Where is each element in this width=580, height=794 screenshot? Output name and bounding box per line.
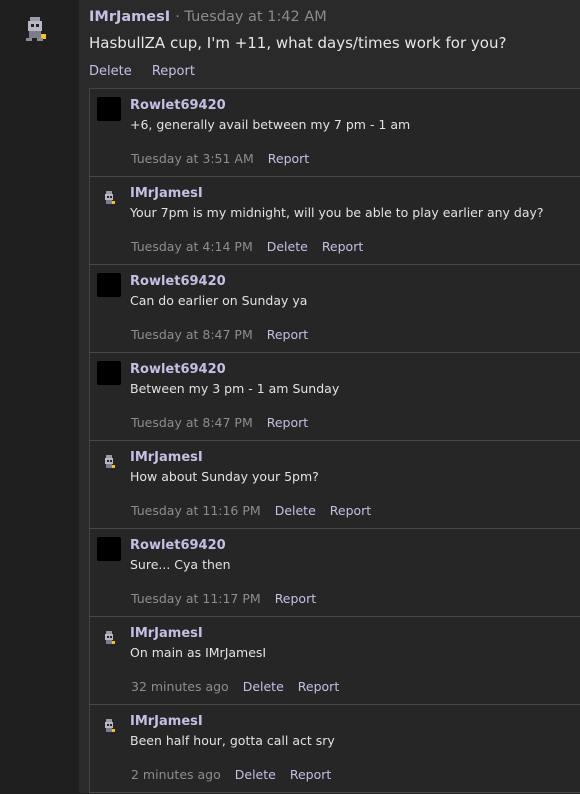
report-link[interactable]: Report	[330, 503, 371, 518]
comment-timestamp[interactable]: 32 minutes ago	[131, 679, 229, 694]
comment-meta: Tuesday at 8:47 PM Report	[131, 415, 308, 430]
comment-author[interactable]: IMrJamesI	[130, 714, 203, 729]
post-author[interactable]: IMrJamesI	[89, 9, 170, 25]
comment-meta: Tuesday at 11:17 PM Report	[131, 591, 316, 606]
user-avatar-icon[interactable]	[97, 625, 121, 649]
delete-link[interactable]: Delete	[243, 679, 284, 694]
comment-author[interactable]: Rowlet69420	[130, 274, 226, 289]
report-link[interactable]: Report	[268, 151, 309, 166]
comment-meta: Tuesday at 3:51 AM Report	[131, 151, 309, 166]
delete-link[interactable]: Delete	[275, 503, 316, 518]
comment-timestamp[interactable]: Tuesday at 4:14 PM	[131, 239, 253, 254]
report-link[interactable]: Report	[267, 327, 308, 342]
comment-row: Rowlet69420 Between my 3 pm - 1 am Sunday…	[90, 353, 580, 441]
comment-timestamp[interactable]: Tuesday at 3:51 AM	[131, 151, 254, 166]
comment-row: Rowlet69420 Can do earlier on Sunday ya Tu…	[90, 265, 580, 353]
comment-timestamp[interactable]: 2 minutes ago	[131, 767, 221, 782]
report-link[interactable]: Report	[267, 415, 308, 430]
comment-timestamp[interactable]: Tuesday at 11:16 PM	[131, 503, 261, 518]
comment-row: Rowlet69420 +6, generally avail between m…	[90, 89, 580, 177]
comment-row: IMrJamesI How about Sunday your 5pm? Tuesd…	[90, 441, 580, 529]
comment-row: IMrJamesI Your 7pm is my midnight, will y…	[90, 177, 580, 265]
user-avatar-icon[interactable]	[97, 185, 121, 209]
comment-meta: 32 minutes ago Delete Report	[131, 679, 339, 694]
comment-timestamp[interactable]: Tuesday at 11:17 PM	[131, 591, 261, 606]
report-link[interactable]: Report	[152, 64, 195, 79]
comment-text: How about Sunday your 5pm?	[130, 469, 319, 484]
comment-row: IMrJamesI Been half hour, gotta call act …	[90, 705, 580, 793]
report-link[interactable]: Report	[298, 679, 339, 694]
post-header: IMrJamesI · Tuesday at 1:42 AM	[89, 6, 327, 25]
avatar[interactable]	[97, 537, 121, 561]
avatar[interactable]	[97, 361, 121, 385]
post-actions: Delete Report	[89, 64, 211, 79]
delete-link[interactable]: Delete	[89, 64, 132, 79]
comment-timestamp[interactable]: Tuesday at 8:47 PM	[131, 415, 253, 430]
comment-author[interactable]: Rowlet69420	[130, 98, 226, 113]
report-link[interactable]: Report	[290, 767, 331, 782]
comment-text: On main as IMrJamesI	[130, 645, 267, 660]
report-link[interactable]: Report	[275, 591, 316, 606]
comment-text: Your 7pm is my midnight, will you be abl…	[130, 205, 544, 220]
user-avatar-icon[interactable]	[97, 713, 121, 737]
user-avatar-icon[interactable]	[22, 14, 50, 44]
comment-author[interactable]: Rowlet69420	[130, 538, 226, 553]
delete-link[interactable]: Delete	[235, 767, 276, 782]
post-timestamp[interactable]: · Tuesday at 1:42 AM	[175, 9, 327, 25]
comment-text: +6, generally avail between my 7 pm - 1 …	[130, 117, 411, 132]
comment-text: Between my 3 pm - 1 am Sunday	[130, 381, 340, 396]
report-link[interactable]: Report	[322, 239, 363, 254]
comment-timestamp[interactable]: Tuesday at 8:47 PM	[131, 327, 253, 342]
comment-row: IMrJamesI On main as IMrJamesI 32 minutes …	[90, 617, 580, 705]
left-gutter	[0, 0, 79, 793]
comment-meta: Tuesday at 8:47 PM Report	[131, 327, 308, 342]
comment-text: Sure... Cya then	[130, 557, 231, 572]
comment-author[interactable]: IMrJamesI	[130, 626, 203, 641]
comment-text: Been half hour, gotta call act sry	[130, 733, 335, 748]
delete-link[interactable]: Delete	[267, 239, 308, 254]
comment-meta: Tuesday at 11:16 PM Delete Report	[131, 503, 371, 518]
avatar[interactable]	[97, 273, 121, 297]
comment-author[interactable]: IMrJamesI	[130, 450, 203, 465]
comment-row: Rowlet69420 Sure... Cya then Tuesday at 11…	[90, 529, 580, 617]
comment-author[interactable]: Rowlet69420	[130, 362, 226, 377]
comment-text: Can do earlier on Sunday ya	[130, 293, 308, 308]
comment-meta: 2 minutes ago Delete Report	[131, 767, 331, 782]
user-avatar-icon[interactable]	[97, 449, 121, 473]
comment-author[interactable]: IMrJamesI	[130, 186, 203, 201]
post-text: HasbullZA cup, I'm +11, what days/times …	[89, 34, 507, 52]
comment-meta: Tuesday at 4:14 PM Delete Report	[131, 239, 363, 254]
avatar[interactable]	[97, 97, 121, 121]
comment-list: Rowlet69420 +6, generally avail between m…	[89, 88, 580, 794]
